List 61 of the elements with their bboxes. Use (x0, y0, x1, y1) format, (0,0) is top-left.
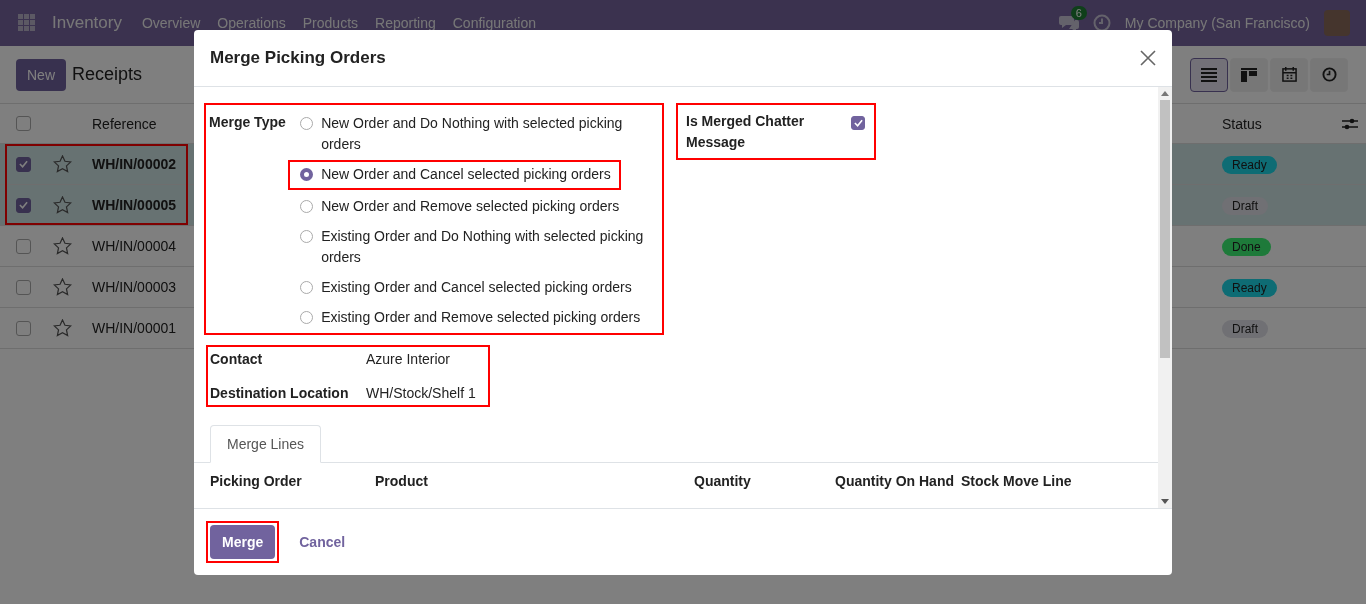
reference-cell: WH/IN/00002 (92, 156, 177, 172)
row-checkbox[interactable] (16, 156, 31, 172)
radio-option[interactable]: New Order and Cancel selected picking orders (290, 162, 619, 188)
list-icon (1201, 67, 1217, 82)
clock-icon[interactable] (1092, 14, 1111, 32)
check-icon (19, 160, 28, 168)
reference-cell: WH/IN/00003 (92, 279, 177, 295)
notification-count: 6 (1070, 6, 1087, 20)
radio-option[interactable]: Existing Order and Remove selected picking orders (298, 303, 658, 333)
radio-option[interactable]: Existing Order and Do Nothing with selected picking orders (298, 222, 658, 273)
star-icon[interactable] (53, 196, 72, 214)
kanban-icon (1241, 67, 1257, 82)
column-header[interactable]: Reference (92, 115, 157, 132)
star-icon[interactable] (53, 237, 72, 255)
page-title: Receipts (72, 64, 143, 85)
status-badge: Draft (1222, 197, 1268, 215)
cancel-button[interactable]: Cancel (291, 526, 354, 558)
column-header[interactable]: Status (1222, 115, 1342, 132)
clock-icon (1321, 67, 1337, 82)
column-settings-icon[interactable] (1342, 116, 1358, 131)
field-value[interactable]: Azure Interior (366, 351, 451, 367)
column-header[interactable]: Stock Move Line (961, 473, 1142, 489)
star-icon[interactable] (53, 319, 72, 337)
field-label: Contact (210, 351, 264, 367)
radio-option[interactable]: Existing Order and Cancel selected picking orders (298, 273, 658, 303)
status-badge: Draft (1222, 320, 1268, 338)
scrollbar[interactable] (1158, 87, 1172, 508)
column-header[interactable]: Quantity On Hand (835, 473, 961, 489)
close-icon[interactable] (1140, 50, 1156, 66)
merge-button[interactable]: Merge (210, 525, 276, 559)
check-icon (853, 119, 863, 127)
scroll-down-arrow-icon[interactable] (1161, 499, 1169, 504)
row-checkbox[interactable] (16, 238, 31, 254)
view-switch-button[interactable] (1190, 57, 1228, 92)
column-header[interactable]: Picking Order (210, 473, 375, 489)
row-checkbox[interactable] (16, 279, 31, 295)
calendar-icon (1281, 67, 1297, 82)
radio-option[interactable]: New Order and Do Nothing with selected picking orders (298, 109, 658, 160)
status-badge: Done (1222, 238, 1271, 256)
field-value[interactable]: WH/Stock/Shelf 1 (366, 385, 476, 401)
radio-option[interactable]: New Order and Remove selected picking orders (298, 192, 658, 222)
chatter-checkbox[interactable] (851, 116, 865, 130)
tab[interactable]: Merge Lines (210, 425, 322, 463)
star-icon[interactable] (53, 278, 72, 296)
status-badge: Ready (1222, 279, 1277, 297)
row-checkbox[interactable] (16, 320, 31, 336)
check-icon (19, 201, 28, 209)
row-checkbox[interactable] (16, 197, 31, 213)
field-label: Is Merged Chatter Message (686, 112, 806, 152)
star-icon[interactable] (53, 155, 72, 173)
reference-cell: WH/IN/00005 (92, 197, 177, 213)
select-all-checkbox[interactable] (16, 116, 31, 131)
reference-cell: WH/IN/00004 (92, 238, 177, 254)
column-header[interactable]: Quantity (694, 473, 835, 489)
status-badge: Ready (1222, 156, 1277, 174)
field-label: Merge Type (209, 113, 287, 132)
dialog-title: Merge Picking Orders (210, 48, 386, 68)
column-header[interactable]: Product (375, 473, 694, 489)
field-label: Destination Location (210, 385, 350, 401)
scroll-up-arrow-icon[interactable] (1161, 91, 1169, 96)
reference-cell: WH/IN/00001 (92, 320, 177, 336)
